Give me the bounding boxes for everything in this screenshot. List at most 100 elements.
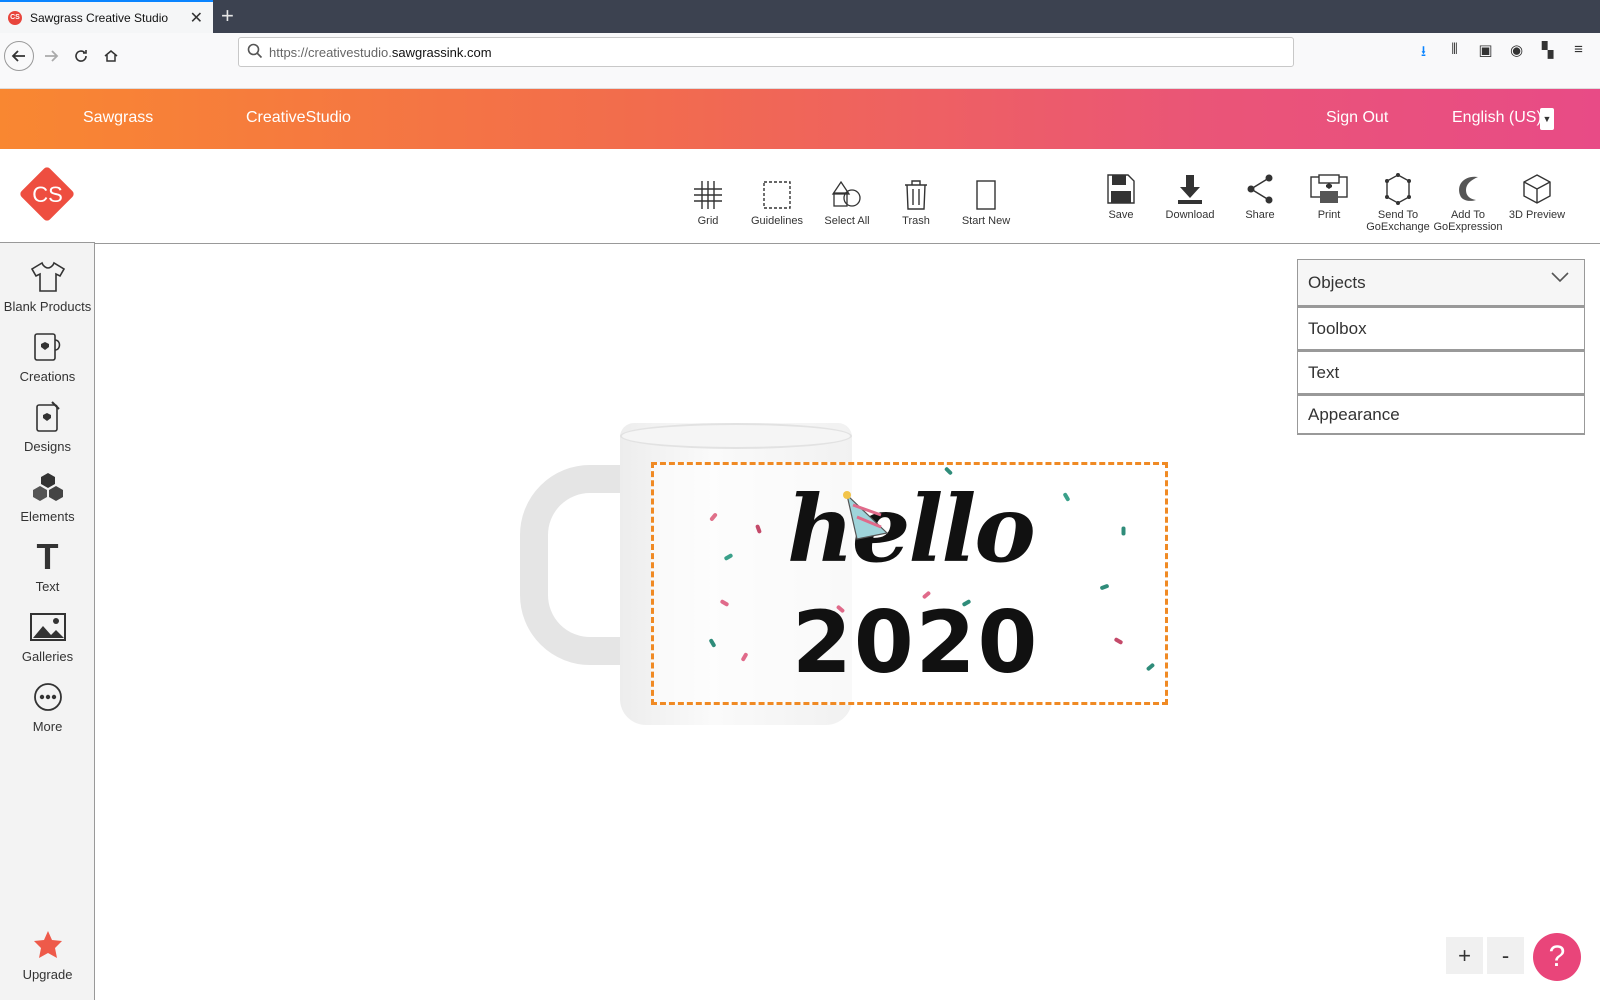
left-sidebar: CS Blank Products Creations Designs Elem… xyxy=(0,149,95,1000)
close-tab-icon[interactable]: ✕ xyxy=(190,8,203,28)
toolbox-section-header[interactable]: Toolbox xyxy=(1297,307,1585,351)
print-button[interactable]: Print xyxy=(1289,169,1369,221)
browser-tab-bar: CS Sawgrass Creative Studio ✕ + xyxy=(0,0,1600,33)
browser-tab[interactable]: CS Sawgrass Creative Studio ✕ xyxy=(0,0,213,33)
add-to-goexpression-button[interactable]: Add To GoExpression xyxy=(1428,169,1508,233)
more-icon xyxy=(0,679,95,715)
cubes-icon xyxy=(0,469,95,505)
send-to-label: Send To GoExchange xyxy=(1366,209,1430,233)
trash-button[interactable]: Trash xyxy=(876,175,956,227)
sidebar-item-label: More xyxy=(32,719,63,734)
help-button[interactable]: ? xyxy=(1533,933,1581,981)
confetti xyxy=(1145,662,1156,672)
brand-sawgrass-link[interactable]: Sawgrass xyxy=(83,109,153,127)
select-all-label: Select All xyxy=(824,215,870,227)
confetti xyxy=(1121,526,1126,536)
download-button[interactable]: Download xyxy=(1150,169,1230,221)
menu-icon[interactable]: ≡ xyxy=(1569,41,1588,66)
sidebar-item-blank-products[interactable]: Blank Products xyxy=(0,259,95,314)
start-new-button[interactable]: Start New xyxy=(946,175,1026,227)
download-arrow-icon[interactable]: ⭳ xyxy=(1414,41,1433,66)
tshirt-icon xyxy=(0,259,95,295)
3d-preview-label: 3D Preview xyxy=(1508,209,1566,221)
design-text-hello[interactable]: hello xyxy=(787,475,1036,583)
properties-panel: Objects Toolbox Text Appearance xyxy=(1297,259,1585,435)
send-to-goexchange-button[interactable]: Send To GoExchange xyxy=(1358,169,1438,233)
forward-button[interactable] xyxy=(36,41,66,71)
zoom-out-button[interactable]: - xyxy=(1487,937,1524,974)
design-text-year[interactable]: 2020 xyxy=(792,593,1039,693)
new-tab-button[interactable]: + xyxy=(221,3,234,29)
reload-icon xyxy=(75,50,87,62)
favicon-icon: CS xyxy=(8,10,22,25)
text-label: Text xyxy=(1308,362,1340,382)
printer-icon xyxy=(1289,169,1369,209)
zoom-in-button[interactable]: + xyxy=(1446,937,1483,974)
language-select[interactable]: English (US) xyxy=(1452,109,1542,127)
sidebar-item-elements[interactable]: Elements xyxy=(0,469,95,524)
sidebar-item-label: Creations xyxy=(19,369,76,384)
objects-section-header[interactable]: Objects xyxy=(1297,259,1585,307)
text-icon: T xyxy=(36,536,59,577)
home-button[interactable] xyxy=(96,41,126,71)
sidebar-item-label: Blank Products xyxy=(3,299,92,314)
sidebar-item-designs[interactable]: Designs xyxy=(0,399,95,454)
confetti xyxy=(709,512,718,522)
sign-out-link[interactable]: Sign Out xyxy=(1326,109,1388,127)
trash-icon xyxy=(876,175,956,215)
share-label: Share xyxy=(1245,209,1275,221)
chevron-down-icon[interactable]: ▼ xyxy=(1540,108,1554,130)
forward-arrow-icon xyxy=(45,50,59,62)
sidebar-item-galleries[interactable]: Galleries xyxy=(0,609,95,664)
shapes-icon xyxy=(807,175,887,215)
sidebar-item-label: Elements xyxy=(20,509,75,524)
back-arrow-icon xyxy=(11,50,25,62)
party-hat-icon xyxy=(843,491,889,540)
select-all-button[interactable]: Select All xyxy=(807,175,887,227)
save-button[interactable]: Save xyxy=(1081,169,1161,221)
3d-preview-button[interactable]: 3D Preview xyxy=(1497,169,1577,221)
share-button[interactable]: Share xyxy=(1220,169,1300,221)
brand-creativestudio-link[interactable]: CreativeStudio xyxy=(246,109,351,127)
design-selection[interactable]: hello 2020 xyxy=(651,462,1168,705)
confetti xyxy=(708,638,717,648)
sidebar-toggle-icon[interactable]: ▣ xyxy=(1476,41,1495,66)
save-label: Save xyxy=(1108,209,1134,221)
sidebar-item-label: Designs xyxy=(24,439,71,454)
image-icon xyxy=(0,609,95,645)
sidebar-item-creations[interactable]: Creations xyxy=(0,329,95,384)
guidelines-icon xyxy=(737,175,817,215)
app-header: Sawgrass CreativeStudio Sign Out English… xyxy=(0,89,1600,149)
3d-cube-icon xyxy=(1497,169,1577,209)
logo-area[interactable]: CS xyxy=(0,149,95,243)
download-icon xyxy=(1150,169,1230,209)
sidebar-item-label: Galleries xyxy=(21,649,74,664)
save-icon xyxy=(1081,169,1161,209)
library-icon[interactable]: ⫴ xyxy=(1445,41,1464,66)
mug-rim xyxy=(620,423,852,449)
goexpression-icon xyxy=(1428,169,1508,209)
reload-button[interactable] xyxy=(66,41,96,71)
sidebar-item-text[interactable]: T Text xyxy=(0,536,95,594)
sidebar-item-more[interactable]: More xyxy=(0,679,95,734)
account-icon[interactable]: ◉ xyxy=(1507,41,1526,66)
grid-button[interactable]: Grid xyxy=(668,175,748,227)
home-icon xyxy=(104,50,118,62)
objects-label: Objects xyxy=(1308,272,1366,292)
browser-navbar: https://creativestudio. sawgrassink.com ⭳… xyxy=(0,33,1600,89)
sidebar-item-label: Text xyxy=(35,579,60,594)
toolbar: Grid Guidelines Select All Trash Start N… xyxy=(95,149,1600,244)
tab-title: Sawgrass Creative Studio xyxy=(30,10,169,25)
extensions-icon[interactable]: ▚ xyxy=(1538,41,1557,66)
design-icon xyxy=(0,399,95,435)
guidelines-label: Guidelines xyxy=(751,215,803,227)
star-icon xyxy=(0,927,95,963)
url-bar[interactable]: https://creativestudio. sawgrassink.com xyxy=(238,37,1294,67)
upgrade-button[interactable]: Upgrade xyxy=(0,927,95,982)
appearance-section-header[interactable]: Appearance xyxy=(1297,395,1585,435)
upgrade-label: Upgrade xyxy=(22,967,73,982)
text-section-header[interactable]: Text xyxy=(1297,351,1585,395)
back-button[interactable] xyxy=(4,41,34,71)
confetti xyxy=(719,599,730,607)
guidelines-button[interactable]: Guidelines xyxy=(737,175,817,227)
